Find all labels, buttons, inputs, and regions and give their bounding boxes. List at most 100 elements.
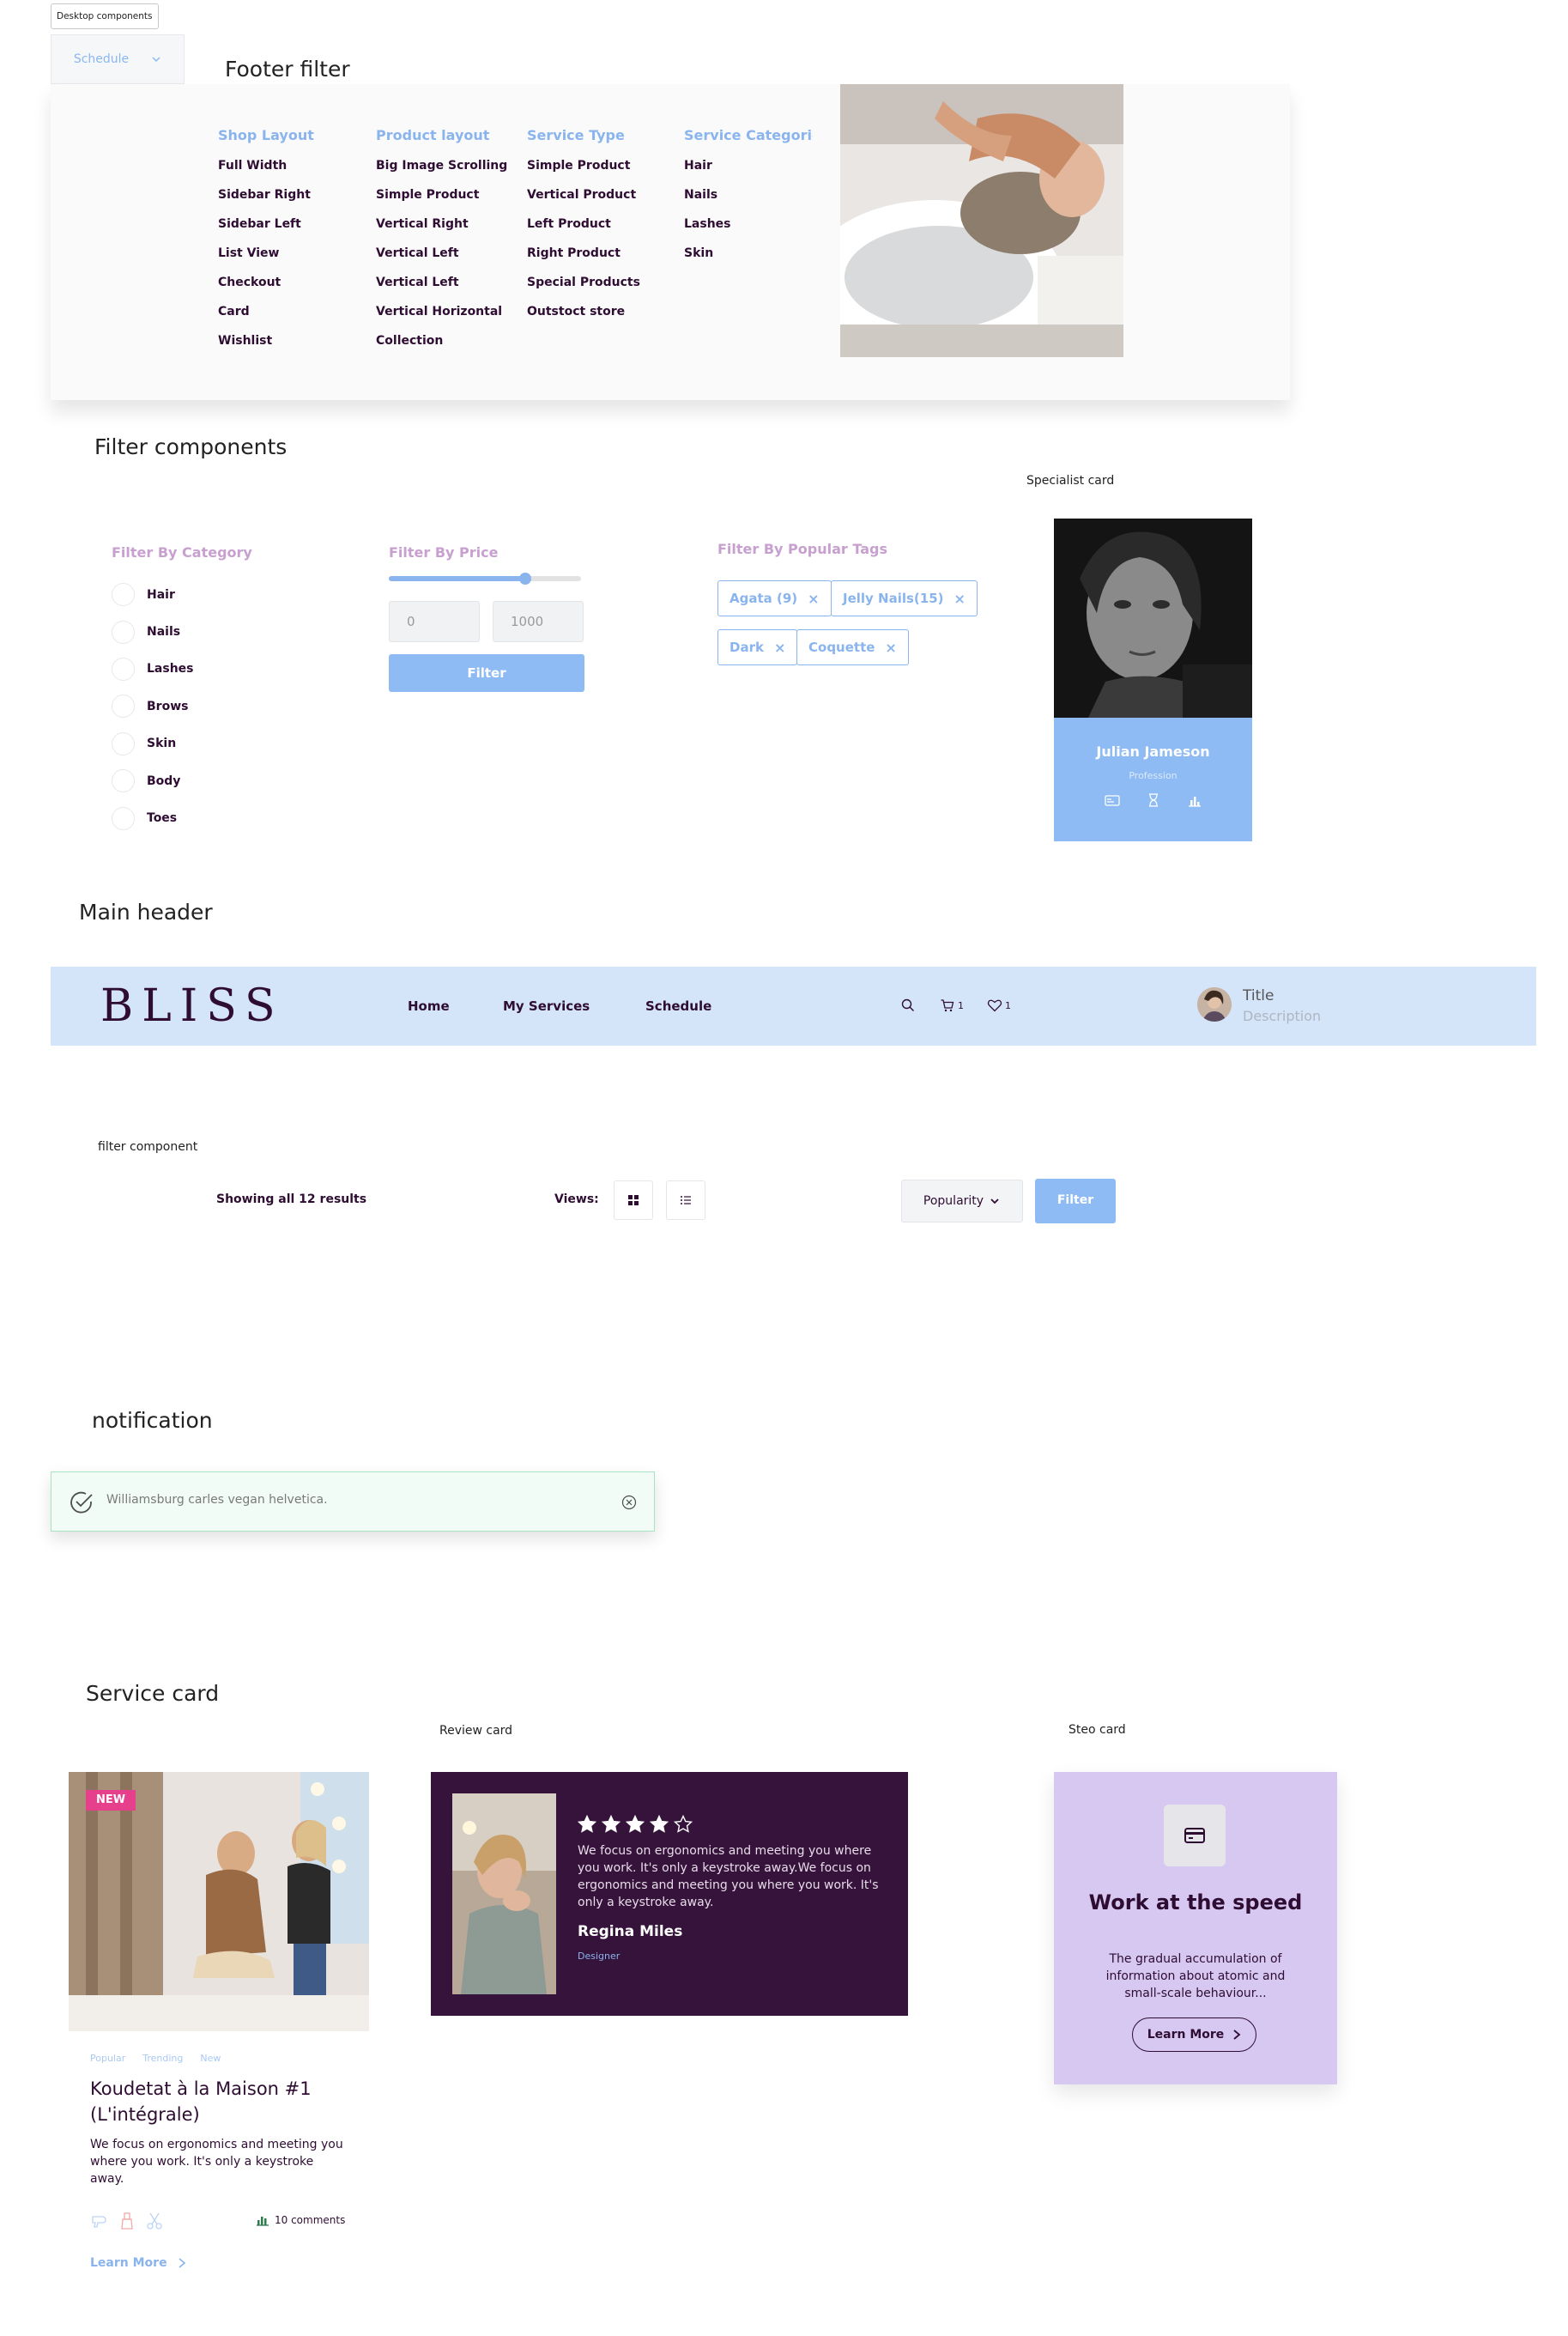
- search-button[interactable]: [900, 998, 916, 1013]
- menu-item[interactable]: Vertical Right: [376, 217, 507, 246]
- specialist-name: Julian Jameson: [1096, 743, 1210, 760]
- step-icon-box: [1164, 1805, 1226, 1866]
- price-slider[interactable]: [389, 573, 581, 585]
- category-item-toes[interactable]: Toes: [112, 799, 194, 836]
- chart-icon[interactable]: [1186, 792, 1203, 809]
- category-radio[interactable]: [112, 695, 135, 719]
- category-item-hair[interactable]: Hair: [112, 576, 194, 613]
- category-item-lashes[interactable]: Lashes: [112, 651, 194, 688]
- menu-item[interactable]: Vertical Left: [376, 276, 507, 305]
- menu-item[interactable]: Nails: [684, 188, 813, 217]
- sort-dropdown[interactable]: Popularity: [901, 1180, 1023, 1223]
- service-tag[interactable]: Trending: [142, 2053, 183, 2064]
- star-filled-icon: [626, 1815, 645, 1833]
- close-icon[interactable]: ×: [885, 640, 896, 656]
- list-view-button[interactable]: [666, 1180, 705, 1220]
- service-description: We focus on ergonomics and meeting you w…: [90, 2138, 343, 2186]
- reviewer-name: Regina Miles: [578, 1923, 683, 1940]
- service-photo[interactable]: [69, 1772, 369, 2031]
- service-tag[interactable]: New: [200, 2053, 221, 2064]
- service-comments[interactable]: 10 comments: [256, 2214, 345, 2226]
- menu-item[interactable]: Checkout: [218, 276, 314, 305]
- nav-my-services[interactable]: My Services: [503, 998, 590, 1014]
- avatar[interactable]: [1197, 987, 1232, 1022]
- main-header: BLISS Home My Services Schedule 1 1 Titl…: [51, 967, 1536, 1046]
- category-radio[interactable]: [112, 583, 135, 607]
- category-radio[interactable]: [112, 806, 135, 830]
- category-item-brows[interactable]: Brows: [112, 688, 194, 725]
- specialist-card[interactable]: Julian Jameson Profession: [1054, 519, 1252, 841]
- service-title[interactable]: Koudetat à la Maison #1 (L'intégrale): [90, 2076, 348, 2127]
- close-icon[interactable]: ×: [954, 591, 966, 607]
- close-icon[interactable]: ×: [808, 591, 819, 607]
- logo[interactable]: BLISS: [100, 980, 284, 1032]
- category-radio[interactable]: [112, 620, 135, 644]
- price-max-input[interactable]: 1000: [493, 601, 584, 642]
- wishlist-button[interactable]: 1: [987, 998, 1011, 1013]
- cart-button[interactable]: 1: [940, 998, 964, 1013]
- nav-home[interactable]: Home: [408, 998, 450, 1014]
- tag-chip[interactable]: Coquette ×: [796, 629, 909, 665]
- service-learn-more-link[interactable]: Learn More: [90, 2256, 186, 2270]
- menu-item[interactable]: Lashes: [684, 217, 813, 246]
- tag-chip[interactable]: Jelly Nails(15) ×: [831, 580, 978, 616]
- menu-item[interactable]: List View: [218, 246, 314, 276]
- schedule-dropdown[interactable]: Schedule: [51, 34, 185, 84]
- menu-item[interactable]: Sidebar Left: [218, 217, 314, 246]
- category-radio[interactable]: [112, 731, 135, 755]
- menu-item[interactable]: Right Product: [527, 246, 640, 276]
- menu-item[interactable]: Card: [218, 305, 314, 334]
- menu-item[interactable]: Wishlist: [218, 334, 314, 363]
- menu-item[interactable]: Vertical Horizontal: [376, 305, 507, 334]
- category-item-body[interactable]: Body: [112, 762, 194, 799]
- star-filled-icon: [602, 1815, 621, 1833]
- menu-item[interactable]: Vertical Product: [527, 188, 640, 217]
- review-card: We focus on ergonomics and meeting you w…: [431, 1772, 908, 2016]
- menu-item[interactable]: Skin: [684, 246, 813, 276]
- bar-chart-icon: [257, 2217, 269, 2226]
- step-learn-more-button[interactable]: Learn More: [1132, 2017, 1256, 2052]
- notification-text: Williamsburg carles vegan helvetica.: [106, 1493, 328, 1507]
- menu-column-title: Shop Layout: [218, 127, 314, 143]
- nav-schedule[interactable]: Schedule: [645, 998, 711, 1014]
- tag-chip[interactable]: Agata (9) ×: [717, 580, 832, 616]
- specialist-photo: [1054, 519, 1252, 718]
- results-filter-button[interactable]: Filter: [1035, 1179, 1116, 1223]
- caption-step-card: Steo card: [1069, 1723, 1126, 1737]
- hourglass-icon[interactable]: [1145, 792, 1162, 809]
- category-radio[interactable]: [112, 657, 135, 681]
- close-icon[interactable]: [621, 1495, 637, 1510]
- category-label: Nails: [147, 625, 181, 640]
- menu-item[interactable]: Simple Product: [376, 188, 507, 217]
- menu-item[interactable]: Left Product: [527, 217, 640, 246]
- grid-view-button[interactable]: [614, 1180, 653, 1220]
- menu-item[interactable]: Big Image Scrolling: [376, 159, 507, 188]
- grid-icon: [628, 1195, 639, 1205]
- section-title-main-header: Main header: [79, 900, 213, 925]
- price-min-input[interactable]: 0: [389, 601, 480, 642]
- category-radio[interactable]: [112, 769, 135, 793]
- menu-item[interactable]: Vertical Left: [376, 246, 507, 276]
- category-item-nails[interactable]: Nails: [112, 613, 194, 650]
- close-icon[interactable]: ×: [774, 640, 785, 656]
- tag-chip[interactable]: Dark ×: [717, 629, 798, 665]
- filter-by-category-title: Filter By Category: [112, 544, 252, 561]
- id-card-icon[interactable]: [1104, 792, 1121, 809]
- menu-item[interactable]: Hair: [684, 159, 813, 188]
- category-item-skin[interactable]: Skin: [112, 725, 194, 762]
- menu-item[interactable]: Special Products: [527, 276, 640, 305]
- reviewer-role: Designer: [578, 1951, 621, 1962]
- price-slider-handle[interactable]: [519, 573, 532, 585]
- heart-icon: [987, 999, 1002, 1012]
- menu-item[interactable]: Outstoct store: [527, 305, 640, 334]
- menu-item[interactable]: Full Width: [218, 159, 314, 188]
- menu-item[interactable]: Collection: [376, 334, 507, 363]
- reviewer-photo: [452, 1793, 556, 1994]
- service-tag[interactable]: Popular: [90, 2053, 125, 2064]
- profile-description: Description: [1243, 1008, 1322, 1024]
- tag-label: Agata (9): [730, 591, 798, 606]
- price-filter-button[interactable]: Filter: [389, 654, 584, 692]
- caption-filter-component: filter component: [98, 1140, 198, 1154]
- menu-item[interactable]: Simple Product: [527, 159, 640, 188]
- menu-item[interactable]: Sidebar Right: [218, 188, 314, 217]
